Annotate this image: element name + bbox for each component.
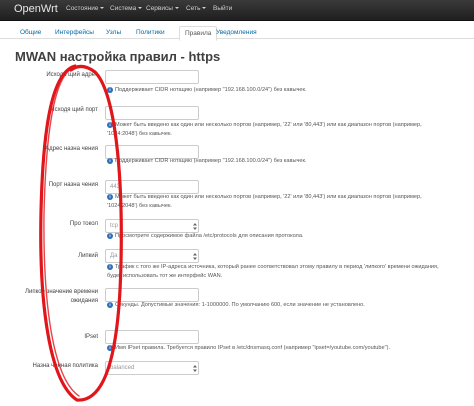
nav-network[interactable]: Сеть xyxy=(186,5,207,12)
source-port-hint: i Может быть введено как один или несколь… xyxy=(107,121,447,139)
source-port-label: Исходя щий порт xyxy=(50,107,98,113)
page-title: MWAN настройка правил - https xyxy=(15,49,221,64)
spinner-arrows-icon[interactable] xyxy=(193,222,197,231)
nav-services[interactable]: Сервисы xyxy=(146,5,179,12)
info-icon: i xyxy=(107,263,113,270)
protocol-combobox[interactable]: tcp xyxy=(105,219,199,233)
tab-interfaces[interactable]: Интерфейсы xyxy=(55,29,94,36)
sticky-timeout-hint: i Секунды. Допустимые значения: 1-1000000… xyxy=(107,301,447,310)
sticky-hint-text: Трафик с того же IP-адреса источника, ко… xyxy=(107,264,439,279)
dest-address-label: Адрес назна чения xyxy=(45,146,98,152)
assigned-policy-label: Назна ченная политика xyxy=(32,363,98,369)
chevron-down-icon xyxy=(202,7,207,10)
source-address-input[interactable] xyxy=(105,70,199,84)
sticky-label: Липкий xyxy=(78,253,98,259)
dest-port-input[interactable]: 443 xyxy=(105,180,199,194)
dest-port-hint: i Может быть введено как один или несколь… xyxy=(107,193,447,211)
nav-system[interactable]: Система xyxy=(110,5,143,12)
tab-policies[interactable]: Политики xyxy=(136,29,165,36)
ipset-hint: i Имя IPset правила. Требуется правило IP… xyxy=(107,344,447,353)
tab-notifications[interactable]: Уведомления xyxy=(216,29,257,36)
nav-status[interactable]: Состояние xyxy=(66,5,105,12)
dest-port-value: 443 xyxy=(110,184,121,190)
protocol-label: Про токол xyxy=(69,221,98,227)
source-port-input[interactable] xyxy=(105,106,199,120)
info-icon: i xyxy=(107,157,113,164)
assigned-policy-select[interactable]: balanced xyxy=(105,361,199,375)
info-icon: i xyxy=(107,121,113,128)
source-address-label: Исходя щий адрес xyxy=(46,72,98,78)
protocol-hint-text: Просмотрите содержимое файла /etc/protoc… xyxy=(115,233,304,239)
sticky-timeout-input[interactable] xyxy=(105,288,199,302)
info-icon: i xyxy=(107,344,113,351)
assigned-policy-value: balanced xyxy=(110,365,135,371)
select-arrows-icon xyxy=(193,253,197,260)
chevron-down-icon xyxy=(174,7,179,10)
ipset-input[interactable] xyxy=(105,330,199,344)
source-address-hint: i Поддерживает CIDR нотацию (например "19… xyxy=(107,86,447,95)
nav-network-label: Сеть xyxy=(186,5,201,12)
sticky-select[interactable]: Да xyxy=(105,249,199,263)
tab-rules[interactable]: Правила xyxy=(179,26,218,41)
dest-port-label: Порт назна чения xyxy=(48,182,98,188)
tab-nodes[interactable]: Узлы xyxy=(106,29,121,36)
tab-general[interactable]: Общие xyxy=(20,29,41,36)
info-icon: i xyxy=(107,232,113,239)
nav-services-label: Сервисы xyxy=(146,5,173,12)
nav-logout[interactable]: Выйти xyxy=(213,5,232,12)
protocol-value: tcp xyxy=(110,223,119,229)
brand-logo[interactable]: OpenWrt xyxy=(14,3,58,15)
dest-address-hint: i Поддерживает CIDR нотацию (например "19… xyxy=(107,157,447,166)
sticky-hint: i Трафик с того же IP-адреса источника, к… xyxy=(107,263,447,281)
sticky-timeout-label: Липкое значение времени ожидания xyxy=(25,289,98,304)
tab-bar: Общие Интерфейсы Узлы Политики Правила У… xyxy=(0,26,474,41)
nav-status-label: Состояние xyxy=(66,5,99,12)
chevron-down-icon xyxy=(100,7,105,10)
sticky-timeout-hint-text: Секунды. Допустимые значения: 1-1000000.… xyxy=(115,302,365,308)
info-icon: i xyxy=(107,301,113,308)
info-icon: i xyxy=(107,193,113,200)
top-navbar: OpenWrt Состояние Система Сервисы Сеть В… xyxy=(0,0,474,21)
sticky-value: Да xyxy=(110,253,118,259)
ipset-hint-text: Имя IPset правила. Требуется правило IPs… xyxy=(115,345,391,351)
dest-address-hint-text: Поддерживает CIDR нотацию (например "192… xyxy=(115,158,307,164)
dest-port-hint-text: Может быть введено как один или нескольк… xyxy=(107,194,422,209)
source-port-hint-text: Может быть введено как один или нескольк… xyxy=(107,122,422,137)
chevron-down-icon xyxy=(138,7,143,10)
select-arrows-icon xyxy=(193,365,197,372)
ipset-label: IPset xyxy=(84,334,98,340)
protocol-hint: i Просмотрите содержимое файла /etc/proto… xyxy=(107,232,447,241)
nav-system-label: Система xyxy=(110,5,137,12)
info-icon: i xyxy=(107,86,113,93)
source-address-hint-text: Поддерживает CIDR нотацию (например "192… xyxy=(115,87,307,93)
